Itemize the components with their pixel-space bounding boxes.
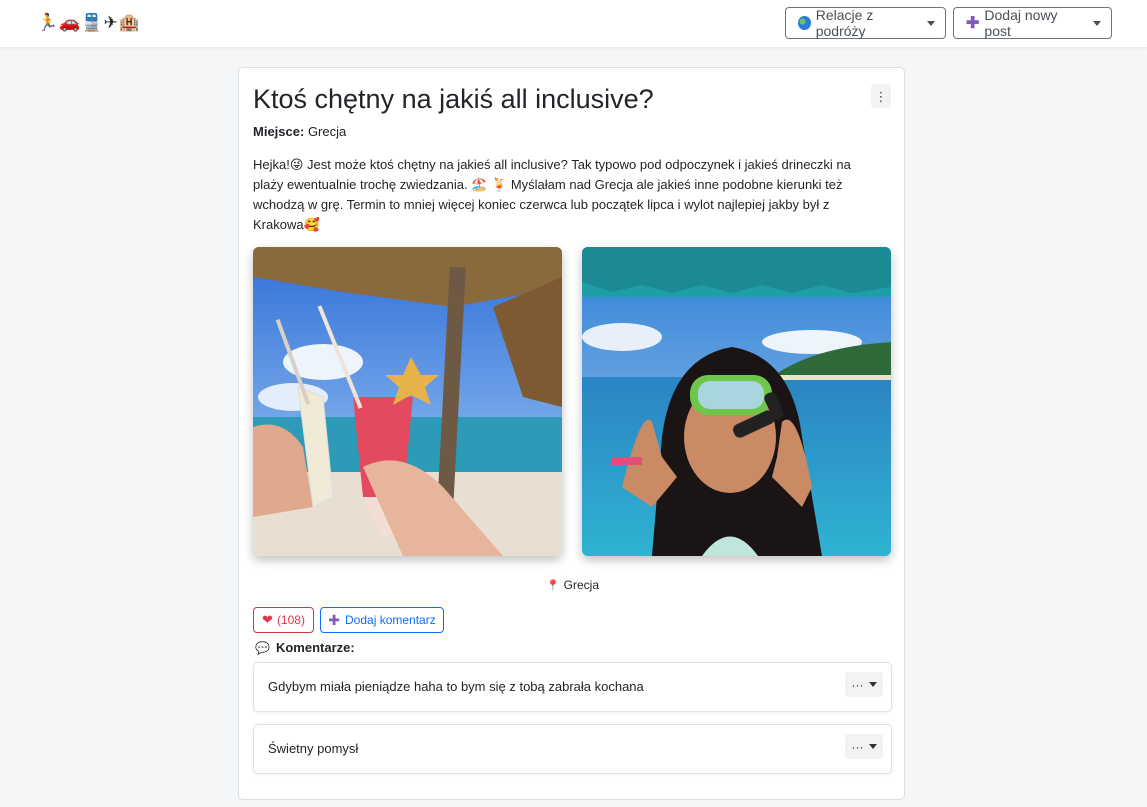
map-pin-icon: 📍 (545, 580, 560, 592)
plus-icon: ✚ (328, 611, 340, 628)
place-label: Miejsce: (253, 124, 305, 139)
add-post-dropdown[interactable]: ✚ Dodaj nowy post (953, 7, 1112, 39)
plus-icon: ✚ (966, 15, 980, 32)
post-card: ⋮ Ktoś chętny na jakiś all inclusive? Mi… (238, 67, 905, 800)
location-label: Grecja (563, 578, 600, 592)
post-place: Miejsce: Grecja (253, 124, 346, 139)
comment-item: Świetny pomysł ··· (253, 724, 892, 774)
airplane-icon: ✈ (103, 13, 118, 33)
like-count: (108) (276, 613, 305, 627)
travel-relations-label: Relacje z podróży (815, 7, 874, 39)
caret-down-icon (927, 20, 935, 26)
navbar: 🏃 🚗 🚆 ✈ 🏨 Relacje z podróży ✚ Dodaj nowy… (0, 0, 1147, 47)
add-comment-button[interactable]: ✚ Dodaj komentarz (320, 607, 444, 633)
post-options-button[interactable]: ⋮ (871, 84, 891, 108)
car-icon: 🚗 (59, 13, 81, 33)
comment-item: Gdybym miała pieniądze haha to bym się z… (253, 662, 892, 712)
heart-icon: ❤ (262, 612, 273, 627)
like-button[interactable]: ❤ (108) (253, 607, 314, 633)
train-icon: 🚆 (81, 13, 103, 33)
ellipsis-icon: ··· (851, 739, 864, 754)
comment-text: Świetny pomysł (268, 741, 359, 756)
add-comment-label: Dodaj komentarz (345, 613, 436, 627)
add-post-label: Dodaj nowy post (984, 7, 1058, 39)
post-location: 📍 Grecja (239, 578, 906, 592)
globe-icon (798, 16, 811, 30)
caret-down-icon (868, 744, 877, 749)
place-value: Grecja (307, 124, 347, 139)
comment-options-button[interactable]: ··· (845, 734, 883, 759)
comments-heading-label: Komentarze: (275, 640, 355, 655)
post-title: Ktoś chętny na jakiś all inclusive? (253, 84, 654, 114)
ellipsis-icon: ··· (851, 677, 864, 692)
caret-down-icon (868, 682, 877, 687)
hotel-icon: 🏨 (118, 13, 140, 33)
runner-icon: 🏃 (37, 13, 59, 33)
post-body: Hejka!😜 Jest może ktoś chętny na jakieś … (253, 157, 851, 232)
snorkeling-girl-photo[interactable] (582, 247, 891, 556)
caret-down-icon (1093, 20, 1101, 26)
cocktails-on-beach-photo[interactable] (253, 247, 562, 556)
comments-heading: 💬 Komentarze: (255, 640, 355, 655)
comment-text: Gdybym miała pieniądze haha to bym się z… (268, 679, 644, 694)
site-logo[interactable]: 🏃 🚗 🚆 ✈ 🏨 (37, 10, 140, 36)
comment-options-button[interactable]: ··· (845, 672, 883, 697)
speech-bubble-icon: 💬 (255, 640, 270, 655)
travel-relations-dropdown[interactable]: Relacje z podróży (785, 7, 946, 39)
